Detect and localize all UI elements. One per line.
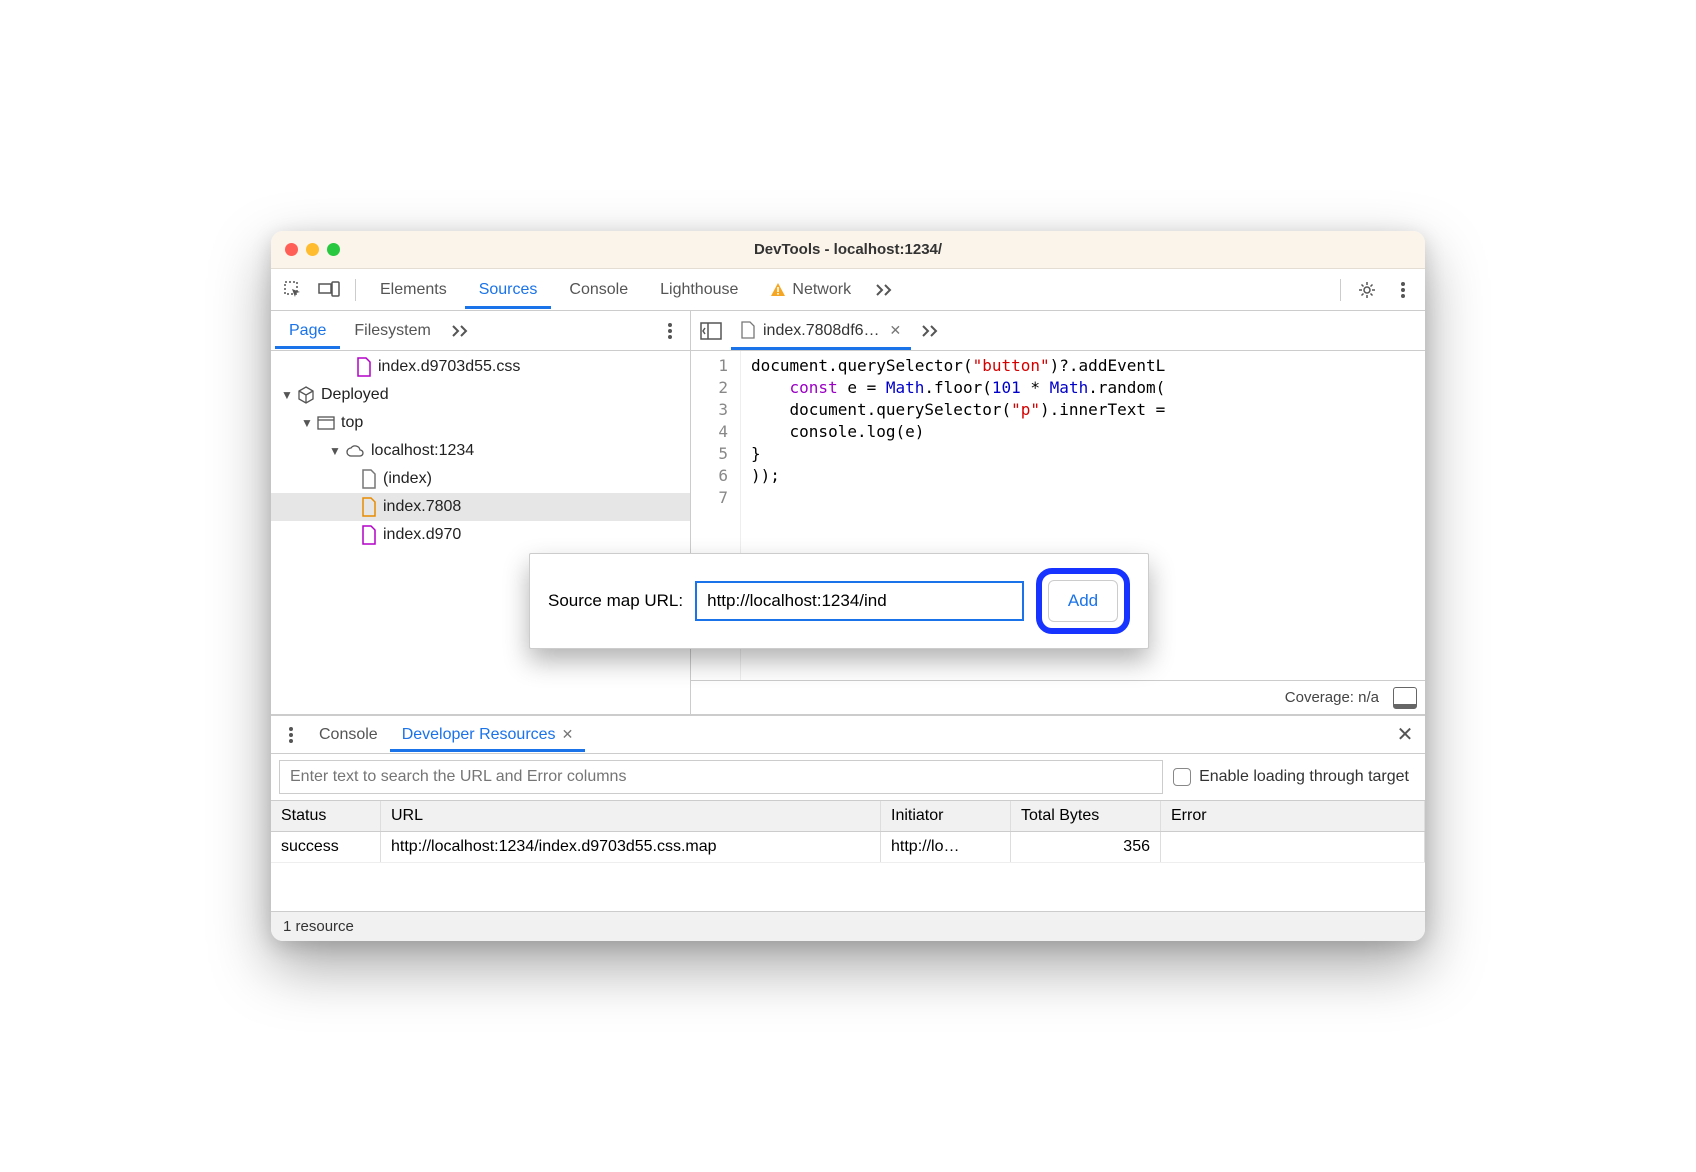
cloud-icon [345, 444, 365, 458]
frame-icon [317, 416, 335, 430]
tree-file-label: index.d970 [383, 526, 461, 544]
col-url[interactable]: URL [381, 801, 881, 831]
resource-table-header: Status URL Initiator Total Bytes Error [271, 801, 1425, 832]
maximize-window-button[interactable] [327, 243, 340, 256]
checkbox-icon [1173, 768, 1191, 786]
more-tabs-chevron-icon[interactable] [915, 315, 947, 347]
col-error[interactable]: Error [1161, 801, 1425, 831]
enable-loading-checkbox[interactable]: Enable loading through target [1173, 768, 1417, 786]
drawer-tab-devresources[interactable]: Developer Resources ✕ [390, 718, 586, 752]
tree-file-js[interactable]: index.7808 [271, 493, 690, 521]
tree-file-index[interactable]: (index) [271, 465, 690, 493]
tree-deployed[interactable]: ▼ Deployed [271, 381, 690, 409]
file-icon [741, 321, 757, 341]
cell-initiator: http://lo… [881, 832, 1011, 862]
tree-top-label: top [341, 414, 363, 432]
window-titlebar: DevTools - localhost:1234/ [271, 231, 1425, 269]
drawer-search-row: Enable loading through target [271, 754, 1425, 801]
editor-tab-label: index.7808df6… [763, 322, 880, 340]
kebab-menu-icon[interactable] [1387, 274, 1419, 306]
file-icon [361, 469, 377, 489]
drawer-footer: 1 resource [271, 911, 1425, 941]
toggle-navigator-icon[interactable] [695, 315, 727, 347]
tree-file-label: index.d9703d55.css [378, 358, 520, 376]
tab-network-label: Network [792, 281, 851, 299]
source-map-url-input[interactable] [695, 581, 1024, 621]
settings-gear-icon[interactable] [1351, 274, 1383, 306]
coverage-label: Coverage: n/a [1285, 689, 1379, 706]
dialog-label: Source map URL: [548, 591, 683, 611]
tab-elements[interactable]: Elements [366, 271, 461, 309]
drawer-tab-label: Developer Resources [402, 726, 556, 744]
tab-sources[interactable]: Sources [465, 271, 552, 309]
more-tabs-chevron-icon[interactable] [869, 274, 901, 306]
close-tab-icon[interactable]: ✕ [562, 726, 574, 743]
chevron-down-icon: ▼ [281, 388, 291, 402]
sidebar-tab-filesystem[interactable]: Filesystem [340, 313, 444, 349]
file-icon [356, 357, 372, 377]
sidebar-more-tabs-icon[interactable] [445, 315, 477, 347]
drawer-tabs: Console Developer Resources ✕ ✕ [271, 716, 1425, 754]
chevron-down-icon: ▼ [301, 416, 311, 430]
navigator-sidebar: Page Filesystem index.d9703d55.css ▼ [271, 311, 691, 714]
cell-error [1161, 832, 1425, 862]
drawer-kebab-icon[interactable] [275, 719, 307, 751]
drawer: Console Developer Resources ✕ ✕ Enable l… [271, 715, 1425, 941]
cube-icon [297, 386, 315, 404]
file-tree[interactable]: index.d9703d55.css ▼ Deployed ▼ top ▼ lo… [271, 351, 690, 714]
editor-tabs: index.7808df6… ✕ [691, 311, 1425, 351]
search-input[interactable] [279, 760, 1163, 794]
close-window-button[interactable] [285, 243, 298, 256]
file-icon [361, 525, 377, 545]
sidebar-tabs: Page Filesystem [271, 311, 690, 351]
tree-file-css2[interactable]: index.d970 [271, 521, 690, 549]
table-row[interactable]: success http://localhost:1234/index.d970… [271, 832, 1425, 863]
device-toggle-icon[interactable] [313, 274, 345, 306]
add-button[interactable]: Add [1048, 580, 1118, 622]
main-toolbar: Elements Sources Console Lighthouse Netw… [271, 269, 1425, 311]
tree-host-label: localhost:1234 [371, 442, 474, 460]
sidebar-tab-page[interactable]: Page [275, 313, 340, 349]
window-title: DevTools - localhost:1234/ [271, 241, 1425, 258]
chevron-down-icon: ▼ [329, 444, 339, 458]
resource-count: 1 resource [283, 918, 354, 935]
col-totalbytes[interactable]: Total Bytes [1011, 801, 1161, 831]
col-status[interactable]: Status [271, 801, 381, 831]
tab-lighthouse[interactable]: Lighthouse [646, 271, 752, 309]
warning-icon [770, 282, 786, 298]
tree-host[interactable]: ▼ localhost:1234 [271, 437, 690, 465]
tab-console[interactable]: Console [555, 271, 642, 309]
inspect-element-icon[interactable] [277, 274, 309, 306]
tab-network[interactable]: Network [756, 271, 865, 309]
close-tab-icon[interactable]: ✕ [890, 322, 902, 339]
sidebar-kebab-icon[interactable] [654, 315, 686, 347]
tree-file-label: index.7808 [383, 498, 461, 516]
editor-statusbar: Coverage: n/a [691, 680, 1425, 714]
tree-deployed-label: Deployed [321, 386, 389, 404]
devtools-window: DevTools - localhost:1234/ Elements Sour… [271, 231, 1425, 941]
close-drawer-icon[interactable]: ✕ [1389, 719, 1421, 751]
cell-url: http://localhost:1234/index.d9703d55.css… [381, 832, 881, 862]
cell-status: success [271, 832, 381, 862]
editor-open-tab[interactable]: index.7808df6… ✕ [731, 312, 911, 350]
editor-panel: index.7808df6… ✕ 1 2 3 4 5 6 7 document.… [691, 311, 1425, 714]
tree-top[interactable]: ▼ top [271, 409, 690, 437]
file-icon [361, 497, 377, 517]
cell-bytes: 356 [1011, 832, 1161, 862]
tree-file-css[interactable]: index.d9703d55.css [271, 353, 690, 381]
checkbox-label: Enable loading through target [1199, 768, 1409, 786]
drawer-tab-console[interactable]: Console [307, 718, 390, 752]
toggle-drawer-icon[interactable] [1393, 687, 1417, 709]
window-controls [285, 243, 340, 256]
col-initiator[interactable]: Initiator [881, 801, 1011, 831]
minimize-window-button[interactable] [306, 243, 319, 256]
add-button-highlight: Add [1036, 568, 1130, 634]
tree-file-label: (index) [383, 470, 432, 488]
source-map-dialog: Source map URL: Add [529, 553, 1149, 649]
